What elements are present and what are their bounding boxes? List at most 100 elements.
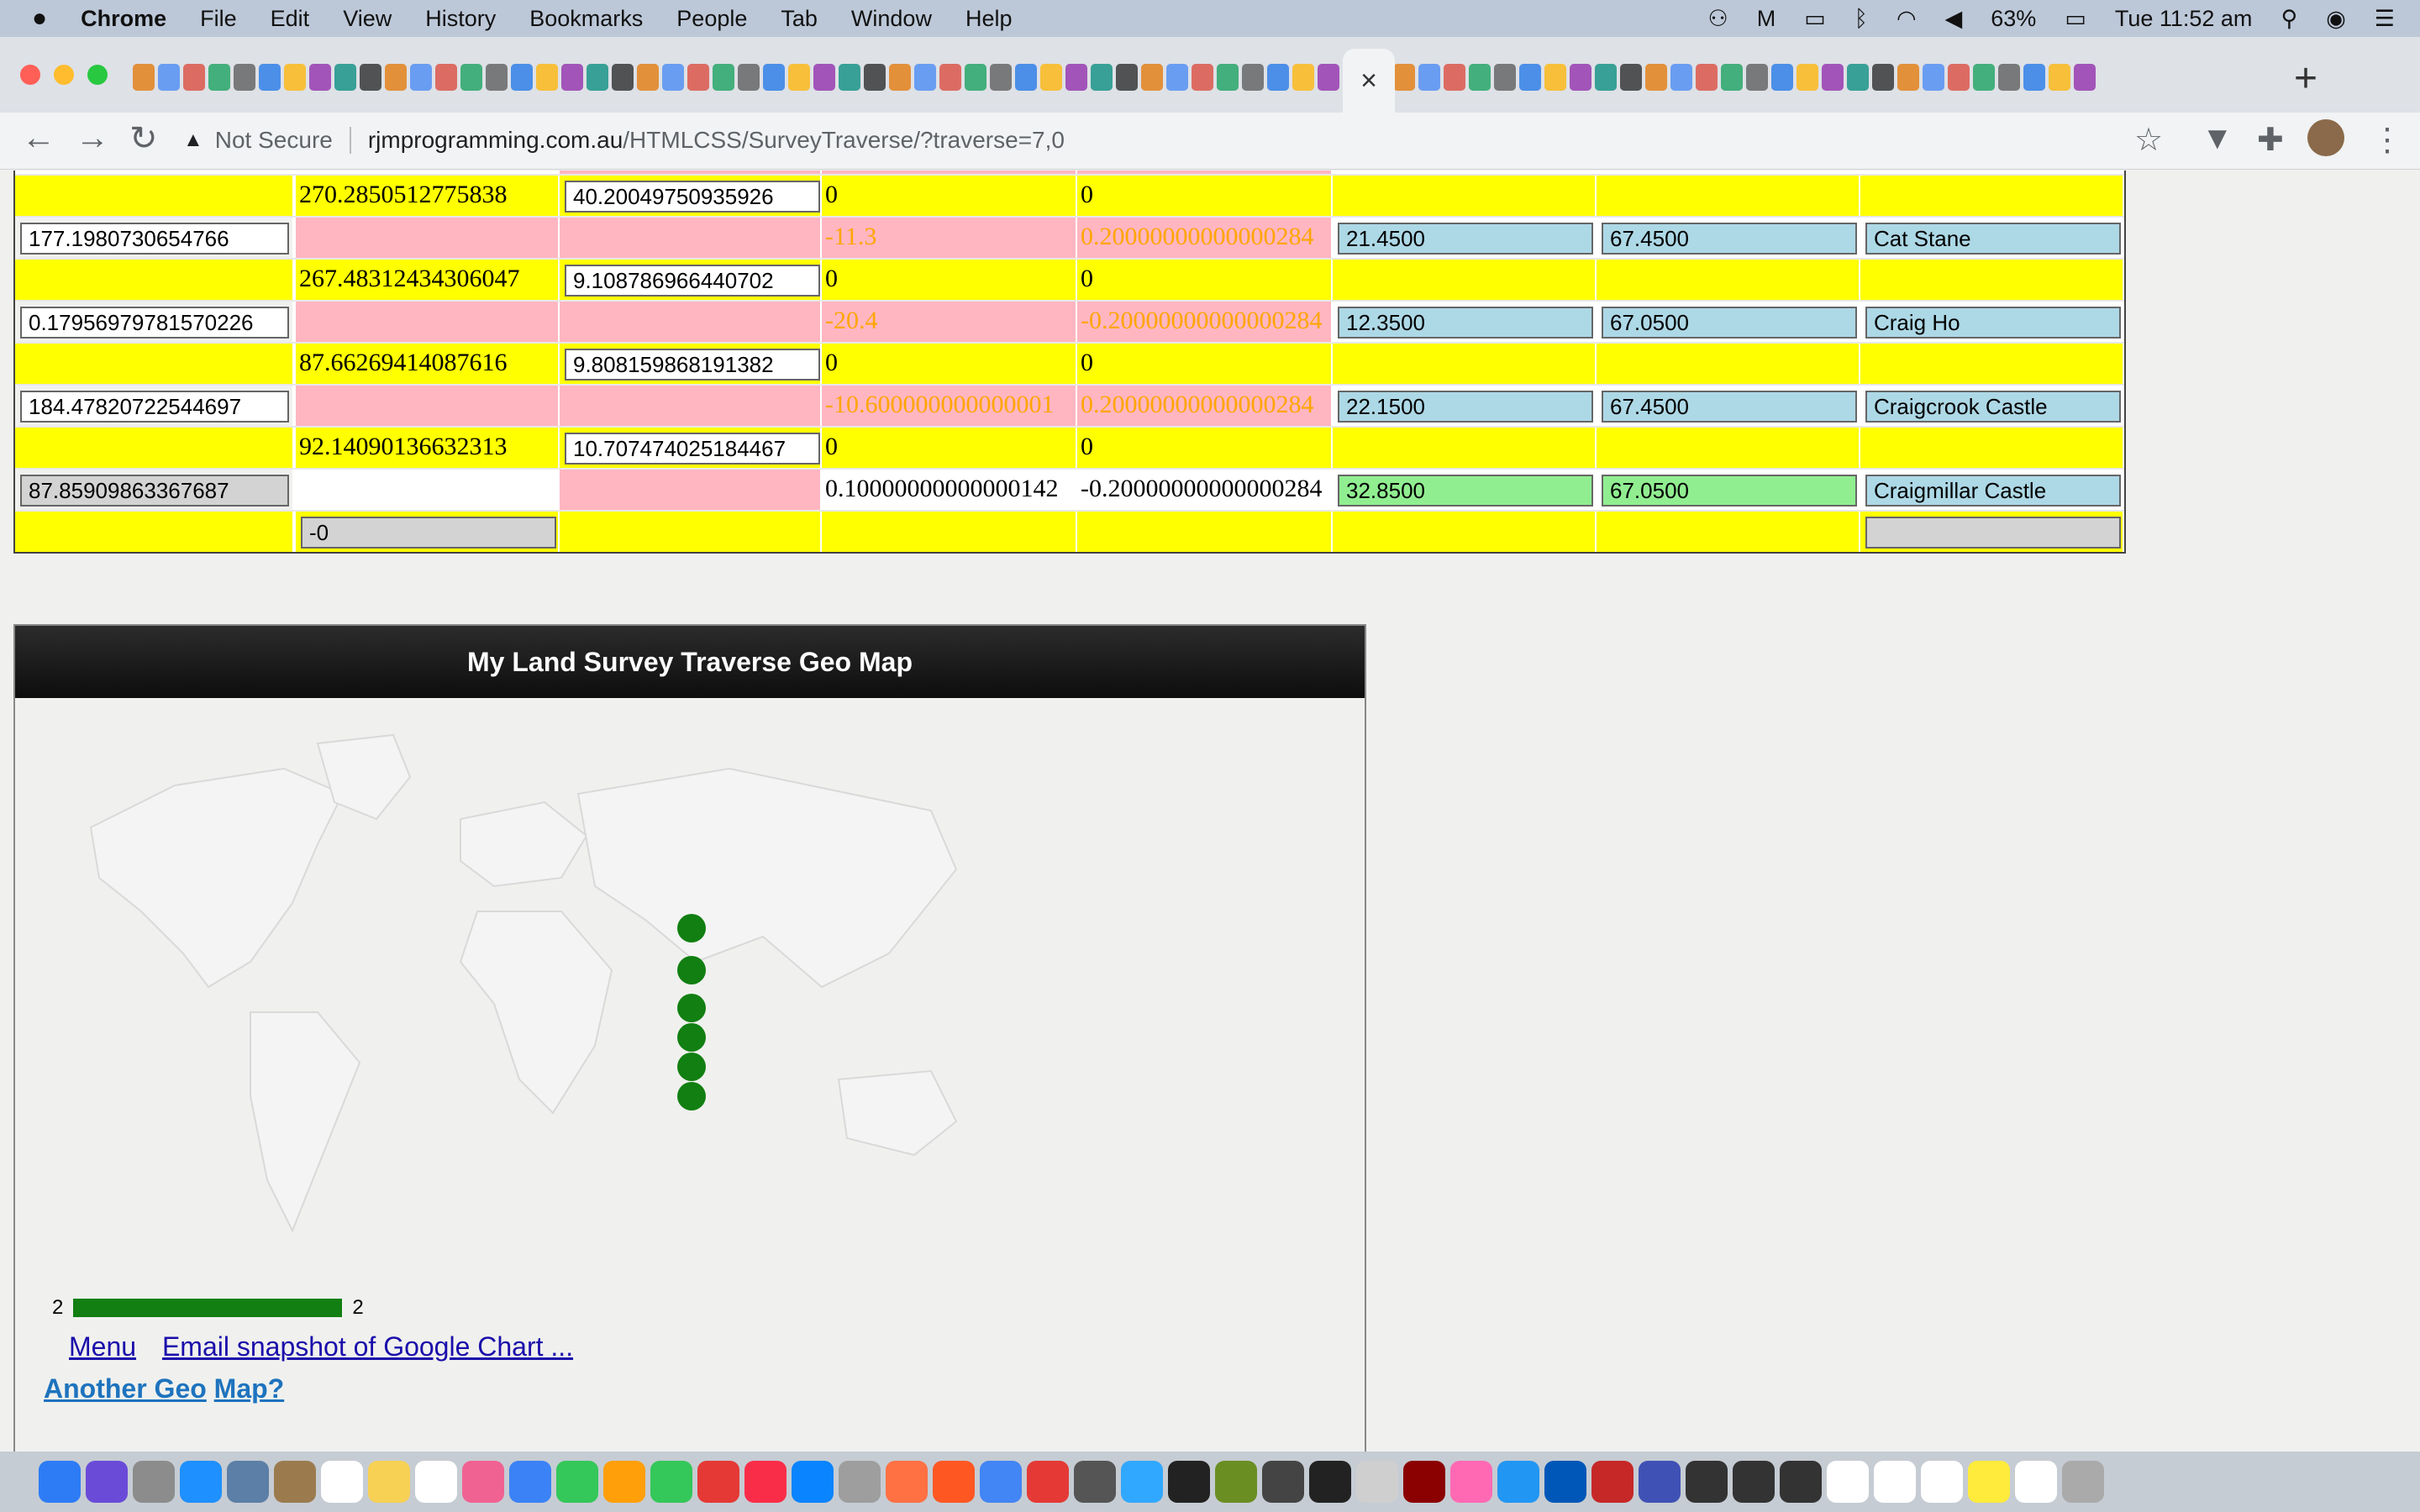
chrome-menu-icon[interactable]: ⋮ <box>2371 121 2403 159</box>
tab-favicon-icon[interactable] <box>1771 64 1793 91</box>
dock-app-icon[interactable] <box>1168 1461 1210 1503</box>
dock-app-icon[interactable] <box>1497 1461 1539 1503</box>
email-snapshot-link[interactable]: Email snapshot of Google Chart ... <box>162 1331 573 1362</box>
world-map[interactable] <box>40 710 990 1281</box>
tab-favicon-icon[interactable] <box>1670 64 1692 91</box>
siri-icon[interactable]: ◉ <box>2326 6 2346 32</box>
table-input[interactable]: 67.0500 <box>1602 307 1857 339</box>
battery-percent[interactable]: 63% <box>1991 6 2036 32</box>
tab-favicon-icon[interactable] <box>1570 64 1591 91</box>
dock-app-icon[interactable] <box>39 1461 81 1503</box>
tab-favicon-icon[interactable] <box>1267 64 1289 91</box>
tab-favicon-icon[interactable] <box>1393 64 1415 91</box>
profile-avatar[interactable] <box>2307 119 2344 156</box>
dock-app-icon[interactable] <box>1591 1461 1634 1503</box>
tab-favicon-icon[interactable] <box>587 64 608 91</box>
dock-app-icon[interactable] <box>1356 1461 1398 1503</box>
tab-favicon-icon[interactable] <box>1318 64 1339 91</box>
back-arrow-icon[interactable]: ← <box>22 119 55 157</box>
table-input[interactable]: 21.4500 <box>1338 223 1593 255</box>
dock-app-icon[interactable] <box>1074 1461 1116 1503</box>
close-window-button[interactable] <box>20 65 40 85</box>
tab-favicon-icon[interactable] <box>990 64 1012 91</box>
table-input[interactable]: 32.8500 <box>1338 475 1593 507</box>
table-input[interactable]: 12.3500 <box>1338 307 1593 339</box>
tab-favicon-icon[interactable] <box>889 64 911 91</box>
tab-favicon-icon[interactable] <box>738 64 760 91</box>
tab-favicon-icon[interactable] <box>662 64 684 91</box>
tab-favicon-icon[interactable] <box>1595 64 1617 91</box>
dock-app-icon[interactable] <box>180 1461 222 1503</box>
tab-favicon-icon[interactable] <box>1192 64 1213 91</box>
tab-favicon-icon[interactable] <box>561 64 583 91</box>
tab-favicon-icon[interactable] <box>1040 64 1062 91</box>
tab-favicon-icon[interactable] <box>687 64 709 91</box>
dock-app-icon[interactable] <box>2015 1461 2057 1503</box>
dock-app-icon[interactable] <box>509 1461 551 1503</box>
tab-favicon-icon[interactable] <box>1847 64 1869 91</box>
table-input[interactable]: 10.707474025184467 <box>565 433 820 465</box>
tab-favicon-icon[interactable] <box>2049 64 2070 91</box>
table-input[interactable]: 40.20049750935926 <box>565 181 820 213</box>
tab-favicon-icon[interactable] <box>1292 64 1314 91</box>
table-input[interactable]: 67.4500 <box>1602 391 1857 423</box>
warning-icon[interactable]: ▲ <box>183 129 203 152</box>
dock-app-icon[interactable] <box>933 1461 975 1503</box>
menu-file[interactable]: File <box>200 6 237 32</box>
dock-app-icon[interactable] <box>603 1461 645 1503</box>
traverse-marker[interactable] <box>677 956 706 984</box>
dock-app-icon[interactable] <box>1121 1461 1163 1503</box>
tab-favicon-icon[interactable] <box>486 64 508 91</box>
tab-favicon-icon[interactable] <box>1444 64 1465 91</box>
dock-app-icon[interactable] <box>792 1461 834 1503</box>
table-input[interactable]: 184.47820722544697 <box>20 391 289 423</box>
dock-app-icon[interactable] <box>839 1461 881 1503</box>
tab-favicon-icon[interactable] <box>208 64 230 91</box>
dock-app-icon[interactable] <box>697 1461 739 1503</box>
new-tab-button[interactable]: + <box>2294 55 2317 102</box>
tab-favicon-icon[interactable] <box>1746 64 1768 91</box>
dock-app-icon[interactable] <box>415 1461 457 1503</box>
tab-favicon-icon[interactable] <box>1822 64 1844 91</box>
tab-favicon-icon[interactable] <box>713 64 734 91</box>
tab-favicon-icon[interactable] <box>788 64 810 91</box>
table-input[interactable]: 67.4500 <box>1602 223 1857 255</box>
tab-favicon-icon[interactable] <box>309 64 331 91</box>
menu-edit[interactable]: Edit <box>271 6 310 32</box>
traverse-marker[interactable] <box>677 1023 706 1052</box>
dock-app-icon[interactable] <box>321 1461 363 1503</box>
table-input[interactable] <box>1865 517 2121 549</box>
tab-favicon-icon[interactable] <box>965 64 986 91</box>
tab-favicon-icon[interactable] <box>183 64 205 91</box>
address-bar[interactable]: ▲ Not Secure rjmprogramming.com.au/HTMLC… <box>183 119 2166 161</box>
tab-favicon-icon[interactable] <box>637 64 659 91</box>
tab-favicon-icon[interactable] <box>763 64 785 91</box>
tab-favicon-icon[interactable] <box>2023 64 2045 91</box>
status-app-icon[interactable]: ⚇ <box>1708 6 1728 32</box>
tab-favicon-icon[interactable] <box>1469 64 1491 91</box>
menu-history[interactable]: History <box>425 6 496 32</box>
not-secure-label[interactable]: Not Secure <box>215 127 333 154</box>
menu-view[interactable]: View <box>343 6 392 32</box>
dock-app-icon[interactable] <box>1921 1461 1963 1503</box>
tab-favicon-icon[interactable] <box>460 64 482 91</box>
tab-favicon-icon[interactable] <box>435 64 457 91</box>
volume-icon[interactable]: ◀ <box>1945 6 1963 32</box>
tab-favicon-icon[interactable] <box>385 64 407 91</box>
dock-app-icon[interactable] <box>744 1461 786 1503</box>
notification-center-icon[interactable]: ☰ <box>2375 6 2395 32</box>
url-domain[interactable]: rjmprogramming.com.au <box>368 127 623 154</box>
tab-favicon-icon[interactable] <box>1217 64 1239 91</box>
menu-people[interactable]: People <box>676 6 747 32</box>
dock-app-icon[interactable] <box>1262 1461 1304 1503</box>
table-input[interactable]: 0.17956979781570226 <box>20 307 289 339</box>
tab-favicon-icon[interactable] <box>1948 64 1970 91</box>
tab-favicon-icon[interactable] <box>1091 64 1113 91</box>
table-input[interactable]: -0 <box>301 517 556 549</box>
extension-v-icon[interactable]: ▼ <box>2202 121 2233 157</box>
table-input[interactable]: 9.108786966440702 <box>565 265 820 297</box>
dock-app-icon[interactable] <box>133 1461 175 1503</box>
tab-favicon-icon[interactable] <box>259 64 281 91</box>
table-input[interactable]: 67.0500 <box>1602 475 1857 507</box>
active-tab[interactable]: × <box>1343 49 1395 113</box>
